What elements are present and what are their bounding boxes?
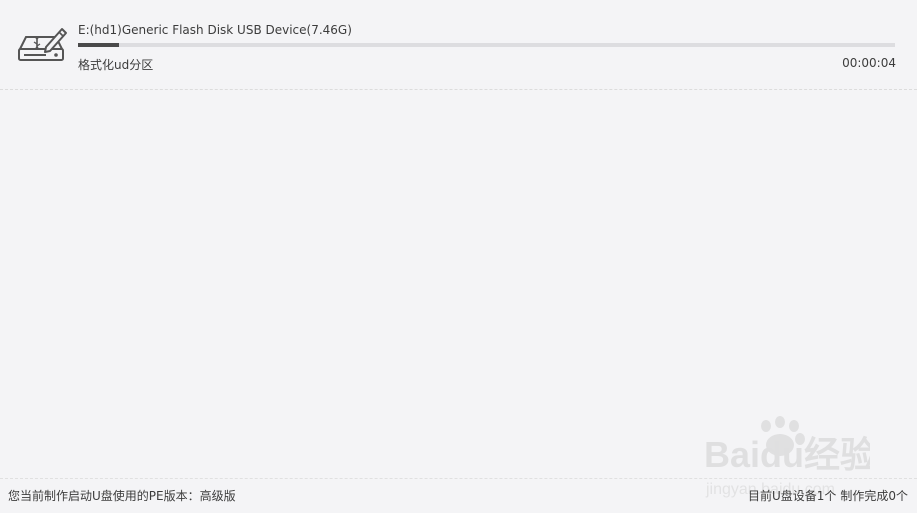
device-row: E:(hd1)Generic Flash Disk USB Device(7.4… — [0, 0, 917, 90]
status-footer: 您当前制作启动U盘使用的PE版本：高级版 目前U盘设备1个 制作完成0个 — [0, 478, 917, 513]
device-count-text: 目前U盘设备1个 — [747, 489, 837, 503]
format-progress-bar — [78, 43, 895, 47]
usb-drive-edit-icon — [18, 28, 67, 61]
watermark-brand: Baidu经验 — [704, 434, 870, 475]
device-status-text: 格式化ud分区 — [78, 58, 154, 72]
elapsed-time: 00:00:04 — [842, 56, 896, 70]
device-name: E:(hd1)Generic Flash Disk USB Device(7.4… — [78, 23, 352, 37]
pe-version-text: 您当前制作启动U盘使用的PE版本：高级版 — [8, 489, 236, 503]
completed-count-text: 制作完成0个 — [840, 489, 908, 503]
format-progress-fill — [78, 43, 119, 47]
device-summary: 目前U盘设备1个 制作完成0个 — [748, 487, 908, 504]
